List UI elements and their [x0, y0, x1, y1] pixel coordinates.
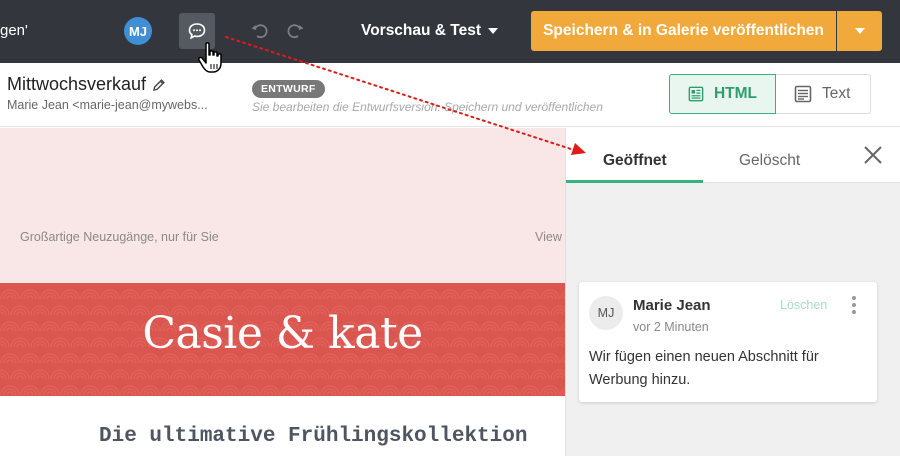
user-avatar[interactable]: MJ [124, 17, 152, 45]
status-badge: ENTWURF [252, 80, 325, 98]
delete-comment-button[interactable]: Löschen [780, 298, 827, 312]
active-tab-indicator [566, 180, 703, 183]
close-icon[interactable] [862, 144, 884, 166]
view-toggle: HTML Text [669, 74, 871, 114]
view-in-browser-link[interactable]: View [535, 230, 562, 244]
html-view-label: HTML [713, 85, 757, 102]
text-lines-icon [794, 85, 812, 103]
avatar: MJ [589, 296, 623, 330]
tab-deleted[interactable]: Gelöscht [739, 152, 800, 170]
preheader-section[interactable] [0, 128, 565, 283]
draft-hint: Sie bearbeiten die Entwurfsversion. Spei… [252, 100, 603, 114]
email-headline[interactable]: Die ultimative Frühlingskollektion [99, 425, 527, 448]
comment-author: Marie Jean [633, 297, 711, 314]
comment-bubble-icon [188, 23, 206, 40]
comment-timestamp: vor 2 Minuten [633, 320, 709, 334]
comment-card[interactable]: MJ Marie Jean vor 2 Minuten Löschen Wir … [579, 282, 877, 402]
redo-button[interactable] [284, 20, 306, 42]
comments-panel: Geöffnet Gelöscht MJ Marie Jean vor 2 Mi… [565, 128, 900, 456]
html-view-button[interactable]: HTML [669, 74, 776, 114]
save-options-dropdown[interactable] [837, 11, 882, 51]
brand-logo: Casie & kate [142, 308, 423, 359]
chevron-down-icon [488, 28, 499, 34]
chevron-down-icon [854, 28, 865, 34]
text-view-label: Text [822, 85, 851, 102]
preview-test-label: Vorschau & Test [361, 22, 482, 39]
truncated-title: gen' [0, 22, 28, 39]
preheader-text: Großartige Neuzugänge, nur für Sie [20, 230, 219, 244]
email-title: Mittwochsverkauf [7, 74, 147, 94]
top-toolbar: gen' MJ Vorschau & Test Speichern & in G… [0, 0, 900, 63]
undo-button[interactable] [249, 20, 271, 42]
sender-address: Marie Jean <marie-jean@mywebs... [7, 98, 208, 112]
more-vertical-icon[interactable] [851, 296, 857, 314]
html-layout-icon [688, 86, 704, 102]
comments-tabs: Geöffnet Gelöscht [566, 128, 900, 183]
pencil-icon[interactable] [152, 78, 166, 92]
email-title-row[interactable]: Mittwochsverkauf [7, 74, 166, 95]
preview-test-menu[interactable]: Vorschau & Test [361, 22, 499, 40]
email-header: Mittwochsverkauf Marie Jean <marie-jean@… [0, 63, 900, 127]
redo-icon [287, 24, 304, 39]
tab-open[interactable]: Geöffnet [603, 152, 667, 170]
email-preview[interactable]: Großartige Neuzugänge, nur für Sie View … [0, 128, 565, 456]
comments-button[interactable] [179, 13, 215, 49]
save-publish-button[interactable]: Speichern & in Galerie veröffentlichen [531, 11, 836, 51]
text-view-button[interactable]: Text [776, 74, 871, 114]
comment-text: Wir fügen einen neuen Abschnitt für Werb… [589, 349, 819, 388]
undo-icon [251, 24, 268, 39]
